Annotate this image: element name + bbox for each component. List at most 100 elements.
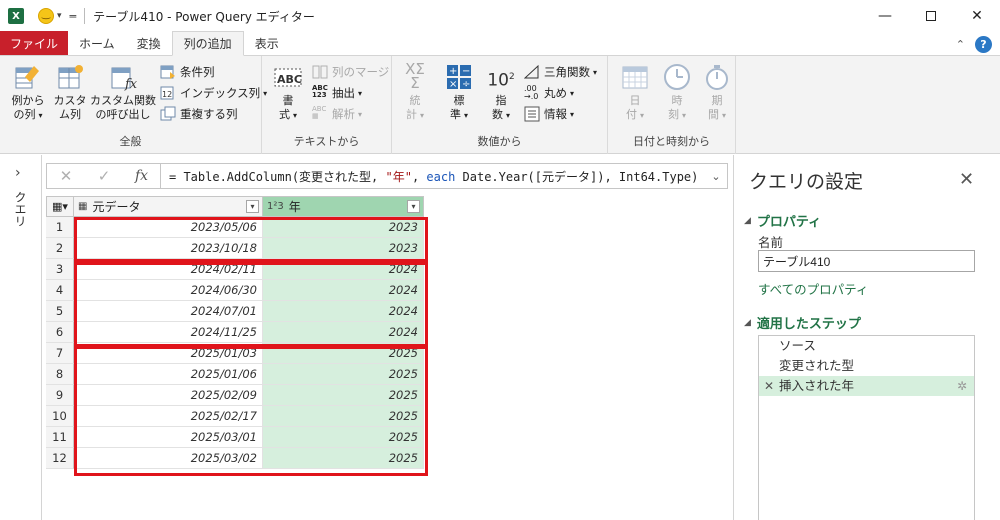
- step-item[interactable]: ソース: [759, 336, 974, 356]
- table-row[interactable]: 2 2023/10/18 2023: [46, 238, 424, 259]
- information-button[interactable]: 情報 ▾: [524, 104, 574, 124]
- cell-year[interactable]: 2025: [263, 343, 424, 364]
- table-row[interactable]: 5 2024/07/01 2024: [46, 301, 424, 322]
- collapse-triangle-icon[interactable]: ◢: [744, 216, 751, 226]
- cell-year[interactable]: 2024: [263, 301, 424, 322]
- table-menu-icon[interactable]: ▦▾: [46, 196, 74, 217]
- table-row[interactable]: 9 2025/02/09 2025: [46, 385, 424, 406]
- column-header-year[interactable]: 1²3 年 ▾: [263, 196, 424, 217]
- standard-button[interactable]: + − × ÷ 標 準 ▾: [442, 62, 476, 123]
- feedback-smiley-icon[interactable]: [38, 8, 54, 24]
- filter-dropdown-icon[interactable]: ▾: [246, 200, 259, 213]
- cell-source-date[interactable]: 2023/10/18: [74, 238, 263, 259]
- cell-year[interactable]: 2023: [263, 238, 424, 259]
- extract-button[interactable]: ABC 123 抽出 ▾: [312, 83, 362, 103]
- table-row[interactable]: 10 2025/02/17 2025: [46, 406, 424, 427]
- filter-dropdown-icon[interactable]: ▾: [407, 200, 420, 213]
- row-number[interactable]: 10: [46, 406, 74, 427]
- row-number[interactable]: 8: [46, 364, 74, 385]
- ribbon-collapse-icon[interactable]: ⌃: [956, 38, 965, 51]
- smiley-dropdown-icon[interactable]: ▾: [57, 11, 62, 21]
- cell-source-date[interactable]: 2025/01/03: [74, 343, 263, 364]
- formula-input[interactable]: = Table.AddColumn(変更された型, "年", each Date…: [161, 168, 705, 185]
- row-number[interactable]: 5: [46, 301, 74, 322]
- cell-source-date[interactable]: 2023/05/06: [74, 217, 263, 238]
- cell-year[interactable]: 2024: [263, 259, 424, 280]
- queries-pane-collapsed[interactable]: › クエリ: [0, 155, 42, 520]
- date-button[interactable]: 日 付 ▾: [618, 62, 652, 123]
- cell-year[interactable]: 2025: [263, 385, 424, 406]
- rounding-button[interactable]: .00 →.0 丸め ▾: [524, 83, 574, 103]
- row-number[interactable]: 6: [46, 322, 74, 343]
- custom-column-button[interactable]: カスタ ム列: [53, 62, 87, 122]
- quick-access-customize-icon[interactable]: ═: [70, 10, 77, 23]
- row-number[interactable]: 2: [46, 238, 74, 259]
- cell-source-date[interactable]: 2024/07/01: [74, 301, 263, 322]
- step-item-active[interactable]: ✕ 挿入された年 ✲: [759, 376, 974, 396]
- cell-source-date[interactable]: 2025/03/02: [74, 448, 263, 469]
- statistics-button[interactable]: XΣ Σ 統 計 ▾: [398, 62, 432, 123]
- tab-file[interactable]: ファイル: [0, 31, 69, 55]
- table-row[interactable]: 11 2025/03/01 2025: [46, 427, 424, 448]
- cell-year[interactable]: 2024: [263, 322, 424, 343]
- cell-source-date[interactable]: 2024/06/30: [74, 280, 263, 301]
- table-row[interactable]: 6 2024/11/25 2024: [46, 322, 424, 343]
- row-number[interactable]: 12: [46, 448, 74, 469]
- all-properties-link[interactable]: すべてのプロパティ: [758, 279, 868, 298]
- cell-year[interactable]: 2025: [263, 406, 424, 427]
- cell-year[interactable]: 2025: [263, 427, 424, 448]
- scientific-button[interactable]: 102 指 数 ▾: [484, 62, 518, 123]
- cell-source-date[interactable]: 2025/03/01: [74, 427, 263, 448]
- cell-source-date[interactable]: 2024/11/25: [74, 322, 263, 343]
- applied-steps-heading[interactable]: ◢ 適用したステップ: [744, 313, 861, 332]
- collapse-triangle-icon[interactable]: ◢: [744, 318, 751, 328]
- format-button[interactable]: ABC 書 式 ▾: [270, 62, 306, 123]
- table-row[interactable]: 7 2025/01/03 2025: [46, 343, 424, 364]
- row-number[interactable]: 7: [46, 343, 74, 364]
- row-number[interactable]: 4: [46, 280, 74, 301]
- close-settings-icon[interactable]: ✕: [959, 169, 974, 190]
- expand-formula-icon[interactable]: ⌄: [705, 170, 727, 183]
- cell-source-date[interactable]: 2025/02/17: [74, 406, 263, 427]
- cancel-formula-icon[interactable]: ✕: [47, 164, 85, 188]
- help-icon[interactable]: ?: [975, 36, 992, 53]
- duplicate-column-button[interactable]: 重複する列: [160, 104, 238, 124]
- duration-button[interactable]: 期 間 ▾: [700, 62, 734, 123]
- row-number[interactable]: 11: [46, 427, 74, 448]
- tab-home[interactable]: ホーム: [68, 31, 126, 55]
- date-type-icon[interactable]: ▦: [78, 201, 87, 212]
- fx-icon[interactable]: fx: [123, 164, 161, 188]
- confirm-formula-icon[interactable]: ✓: [85, 164, 123, 188]
- expand-chevron-icon[interactable]: ›: [15, 165, 21, 181]
- tab-add-column[interactable]: 列の追加: [171, 31, 244, 56]
- column-header-source-data[interactable]: ▦ 元データ ▾: [74, 196, 263, 217]
- table-row[interactable]: 1 2023/05/06 2023: [46, 217, 424, 238]
- delete-step-icon[interactable]: ✕: [764, 376, 774, 396]
- trigonometry-button[interactable]: 三角関数 ▾: [523, 62, 597, 82]
- cell-source-date[interactable]: 2025/01/06: [74, 364, 263, 385]
- tab-transform[interactable]: 変換: [126, 31, 172, 55]
- table-row[interactable]: 3 2024/02/11 2024: [46, 259, 424, 280]
- maximize-button[interactable]: [908, 0, 954, 32]
- row-number[interactable]: 1: [46, 217, 74, 238]
- invoke-custom-function-button[interactable]: fx カスタム関数 の呼び出し: [90, 62, 156, 122]
- cell-year[interactable]: 2024: [263, 280, 424, 301]
- cell-year[interactable]: 2025: [263, 364, 424, 385]
- cell-year[interactable]: 2023: [263, 217, 424, 238]
- table-row[interactable]: 4 2024/06/30 2024: [46, 280, 424, 301]
- cell-source-date[interactable]: 2024/02/11: [74, 259, 263, 280]
- conditional-column-button[interactable]: 条件列: [160, 62, 215, 82]
- time-button[interactable]: 時 刻 ▾: [660, 62, 694, 123]
- properties-section-heading[interactable]: ◢ プロパティ: [744, 211, 821, 230]
- column-from-examples-button[interactable]: 例から の列 ▾: [8, 62, 48, 123]
- table-row[interactable]: 12 2025/03/02 2025: [46, 448, 424, 469]
- row-number[interactable]: 3: [46, 259, 74, 280]
- query-name-input[interactable]: [758, 250, 975, 272]
- table-row[interactable]: 8 2025/01/06 2025: [46, 364, 424, 385]
- merge-columns-button[interactable]: 列のマージ: [312, 62, 389, 82]
- tab-view[interactable]: 表示: [244, 31, 290, 55]
- index-column-button[interactable]: 12 インデックス列 ▾: [160, 83, 267, 103]
- step-settings-gear-icon[interactable]: ✲: [957, 376, 967, 396]
- row-number[interactable]: 9: [46, 385, 74, 406]
- minimize-button[interactable]: —: [862, 0, 908, 32]
